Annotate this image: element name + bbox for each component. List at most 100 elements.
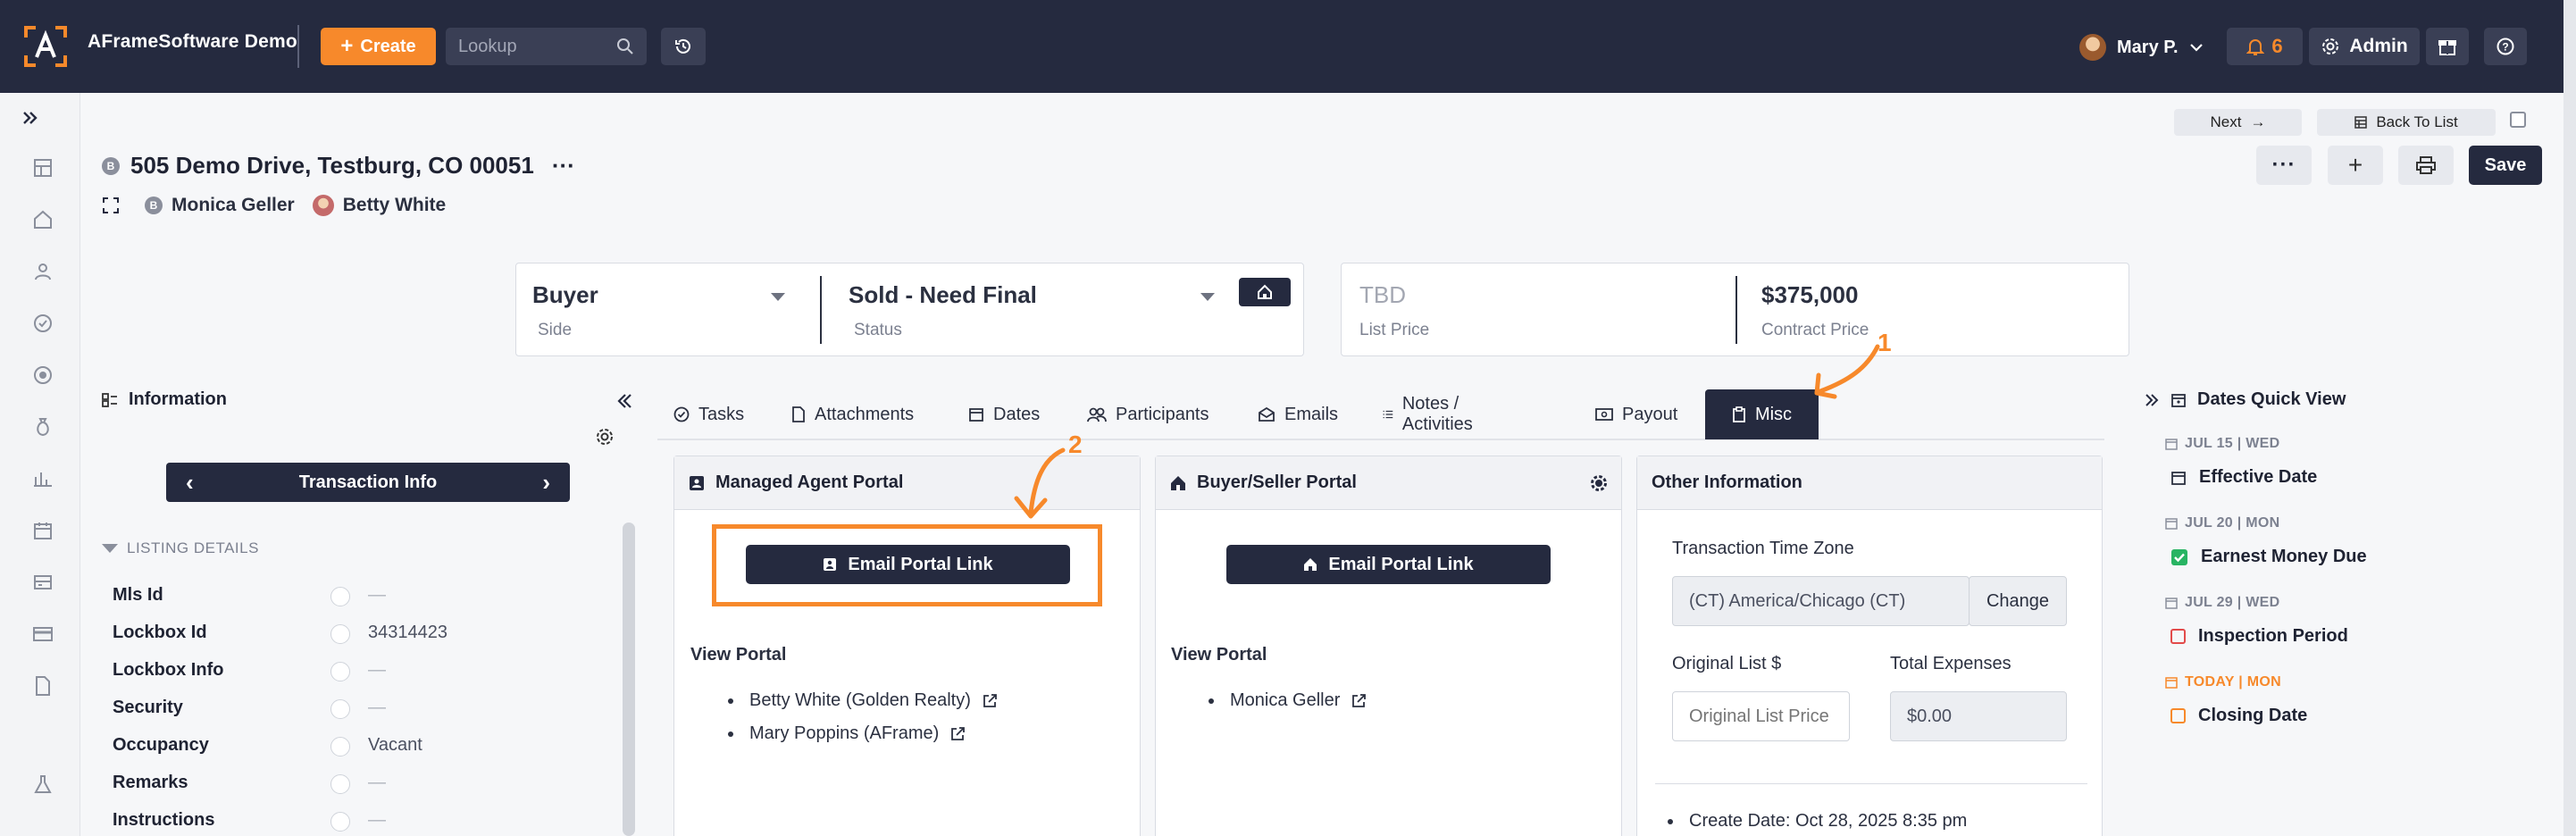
field-radio[interactable] xyxy=(330,699,350,719)
money-bag-icon[interactable] xyxy=(30,414,55,439)
save-button[interactable]: Save xyxy=(2469,146,2542,185)
user-icon[interactable] xyxy=(30,259,55,284)
date-text: JUL 20 | MON xyxy=(2185,515,2280,531)
admin-button[interactable]: Admin xyxy=(2309,28,2420,65)
tab-dates[interactable]: Dates xyxy=(968,389,1040,439)
chevron-down-icon[interactable] xyxy=(1200,293,1215,301)
tab-participants[interactable]: Participants xyxy=(1087,389,1209,439)
date-item[interactable]: Effective Date xyxy=(2170,467,2317,488)
portal-link[interactable]: Mary Poppins (AFrame) xyxy=(749,723,939,744)
checked-box-icon[interactable] xyxy=(2170,548,2188,566)
external-link-icon[interactable] xyxy=(949,726,966,742)
portal-link-item[interactable]: Mary Poppins (AFrame) xyxy=(728,723,966,744)
tab-tasks[interactable]: Tasks xyxy=(673,389,744,439)
chevron-down-icon[interactable] xyxy=(771,293,785,301)
chart-icon[interactable] xyxy=(30,466,55,491)
truck-icon[interactable] xyxy=(30,570,55,595)
portal-link-item[interactable]: Betty White (Golden Realty) xyxy=(728,690,998,711)
list-price-value[interactable]: TBD xyxy=(1359,281,1406,309)
original-list-price-input[interactable] xyxy=(1672,691,1850,741)
collapse-panel-icon[interactable] xyxy=(615,391,634,411)
more-actions-button[interactable]: ··· xyxy=(2256,146,2312,185)
field-radio[interactable] xyxy=(330,774,350,794)
gear-icon[interactable] xyxy=(1590,474,1608,492)
field-row: Lockbox Id 34314423 xyxy=(113,623,604,649)
check-circle-icon[interactable] xyxy=(30,311,55,336)
flask-icon[interactable] xyxy=(30,772,55,797)
credit-card-icon[interactable] xyxy=(30,622,55,647)
property-home-button[interactable] xyxy=(1239,278,1291,306)
field-radio[interactable] xyxy=(330,662,350,681)
page-scrollbar[interactable] xyxy=(2563,0,2576,836)
tab-payout[interactable]: Payout xyxy=(1595,389,1677,439)
date-item[interactable]: Inspection Period xyxy=(2170,626,2348,647)
field-radio[interactable] xyxy=(330,624,350,644)
person-name[interactable]: Betty White xyxy=(343,195,447,216)
change-time-zone-button[interactable]: Change xyxy=(1969,576,2067,626)
checkbox-icon[interactable] xyxy=(2170,708,2186,723)
notifications-button[interactable]: 6 xyxy=(2227,28,2303,65)
field-value[interactable]: — xyxy=(368,585,386,606)
aframe-logo-icon[interactable] xyxy=(23,25,68,68)
time-zone-value: (CT) America/Chicago (CT) xyxy=(1689,590,1906,611)
field-radio[interactable] xyxy=(330,587,350,606)
user-menu[interactable]: Mary P. xyxy=(2079,34,2204,61)
gear-icon[interactable] xyxy=(595,427,615,447)
contract-price-value[interactable]: $375,000 xyxy=(1761,281,1858,309)
ellipsis-icon[interactable]: ··· xyxy=(552,152,575,180)
date-name: Earnest Money Due xyxy=(2201,547,2367,566)
field-value[interactable]: — xyxy=(368,773,386,793)
external-link-icon[interactable] xyxy=(1351,693,1367,709)
field-radio[interactable] xyxy=(330,737,350,757)
tab-notes-activities[interactable]: Notes / Activities xyxy=(1383,389,1480,439)
field-value[interactable]: — xyxy=(368,698,386,718)
home-icon[interactable] xyxy=(30,207,55,232)
next-button[interactable]: Next → xyxy=(2174,109,2302,136)
history-button[interactable] xyxy=(661,28,706,65)
dates-quick-view-header: Dates Quick View xyxy=(2144,389,2346,410)
field-row: Security — xyxy=(113,698,604,724)
info-scrollbar[interactable] xyxy=(623,522,635,836)
tab-misc[interactable]: Misc xyxy=(1705,389,1819,439)
person-name[interactable]: Monica Geller xyxy=(171,195,295,216)
transaction-header: B 505 Demo Drive, Testburg, CO 00051 ··· xyxy=(102,152,575,180)
expand-icon[interactable] xyxy=(102,196,120,214)
document-icon[interactable] xyxy=(30,673,55,698)
date-item[interactable]: Earnest Money Due xyxy=(2170,547,2367,567)
portal-link[interactable]: Betty White (Golden Realty) xyxy=(749,690,971,711)
create-button[interactable]: + Create xyxy=(321,28,436,65)
person-avatar xyxy=(312,195,334,216)
select-checkbox[interactable] xyxy=(2510,112,2526,128)
whats-new-button[interactable] xyxy=(2426,28,2469,65)
add-button[interactable]: + xyxy=(2328,146,2383,185)
dashboard-icon[interactable] xyxy=(30,155,55,180)
email-portal-link-button[interactable]: Email Portal Link xyxy=(1226,545,1551,584)
print-button[interactable] xyxy=(2398,146,2454,185)
listing-details-header[interactable]: LISTING DETAILS xyxy=(102,539,259,557)
date-item[interactable]: Closing Date xyxy=(2170,706,2307,726)
portal-link-item[interactable]: Monica Geller xyxy=(1209,690,1367,711)
search-icon[interactable] xyxy=(616,38,634,55)
expand-sidebar-icon[interactable] xyxy=(18,105,43,130)
help-button[interactable]: ? xyxy=(2484,28,2527,65)
tab-emails[interactable]: Emails xyxy=(1258,389,1338,439)
tab-attachments[interactable]: Attachments xyxy=(791,389,914,439)
status-value[interactable]: Sold - Need Final xyxy=(849,281,1037,309)
side-value[interactable]: Buyer xyxy=(532,281,598,309)
portal-link[interactable]: Monica Geller xyxy=(1230,690,1340,711)
external-link-icon[interactable] xyxy=(982,693,998,709)
field-value[interactable]: — xyxy=(368,810,386,831)
checkbox-icon[interactable] xyxy=(2170,629,2186,644)
target-icon[interactable] xyxy=(30,363,55,388)
field-value[interactable]: 34314423 xyxy=(368,623,447,643)
field-value[interactable]: Vacant xyxy=(368,735,422,756)
field-value[interactable]: — xyxy=(368,660,386,681)
back-to-list-button[interactable]: Back To List xyxy=(2317,109,2496,136)
expand-panel-icon[interactable] xyxy=(2144,392,2160,408)
calendar-icon[interactable] xyxy=(30,518,55,543)
field-radio[interactable] xyxy=(330,812,350,832)
chevron-left-icon[interactable]: ‹ xyxy=(186,469,194,497)
chevron-right-icon[interactable]: › xyxy=(542,469,550,497)
lookup-input[interactable] xyxy=(458,28,610,65)
annotation-number: 2 xyxy=(1068,431,1083,458)
